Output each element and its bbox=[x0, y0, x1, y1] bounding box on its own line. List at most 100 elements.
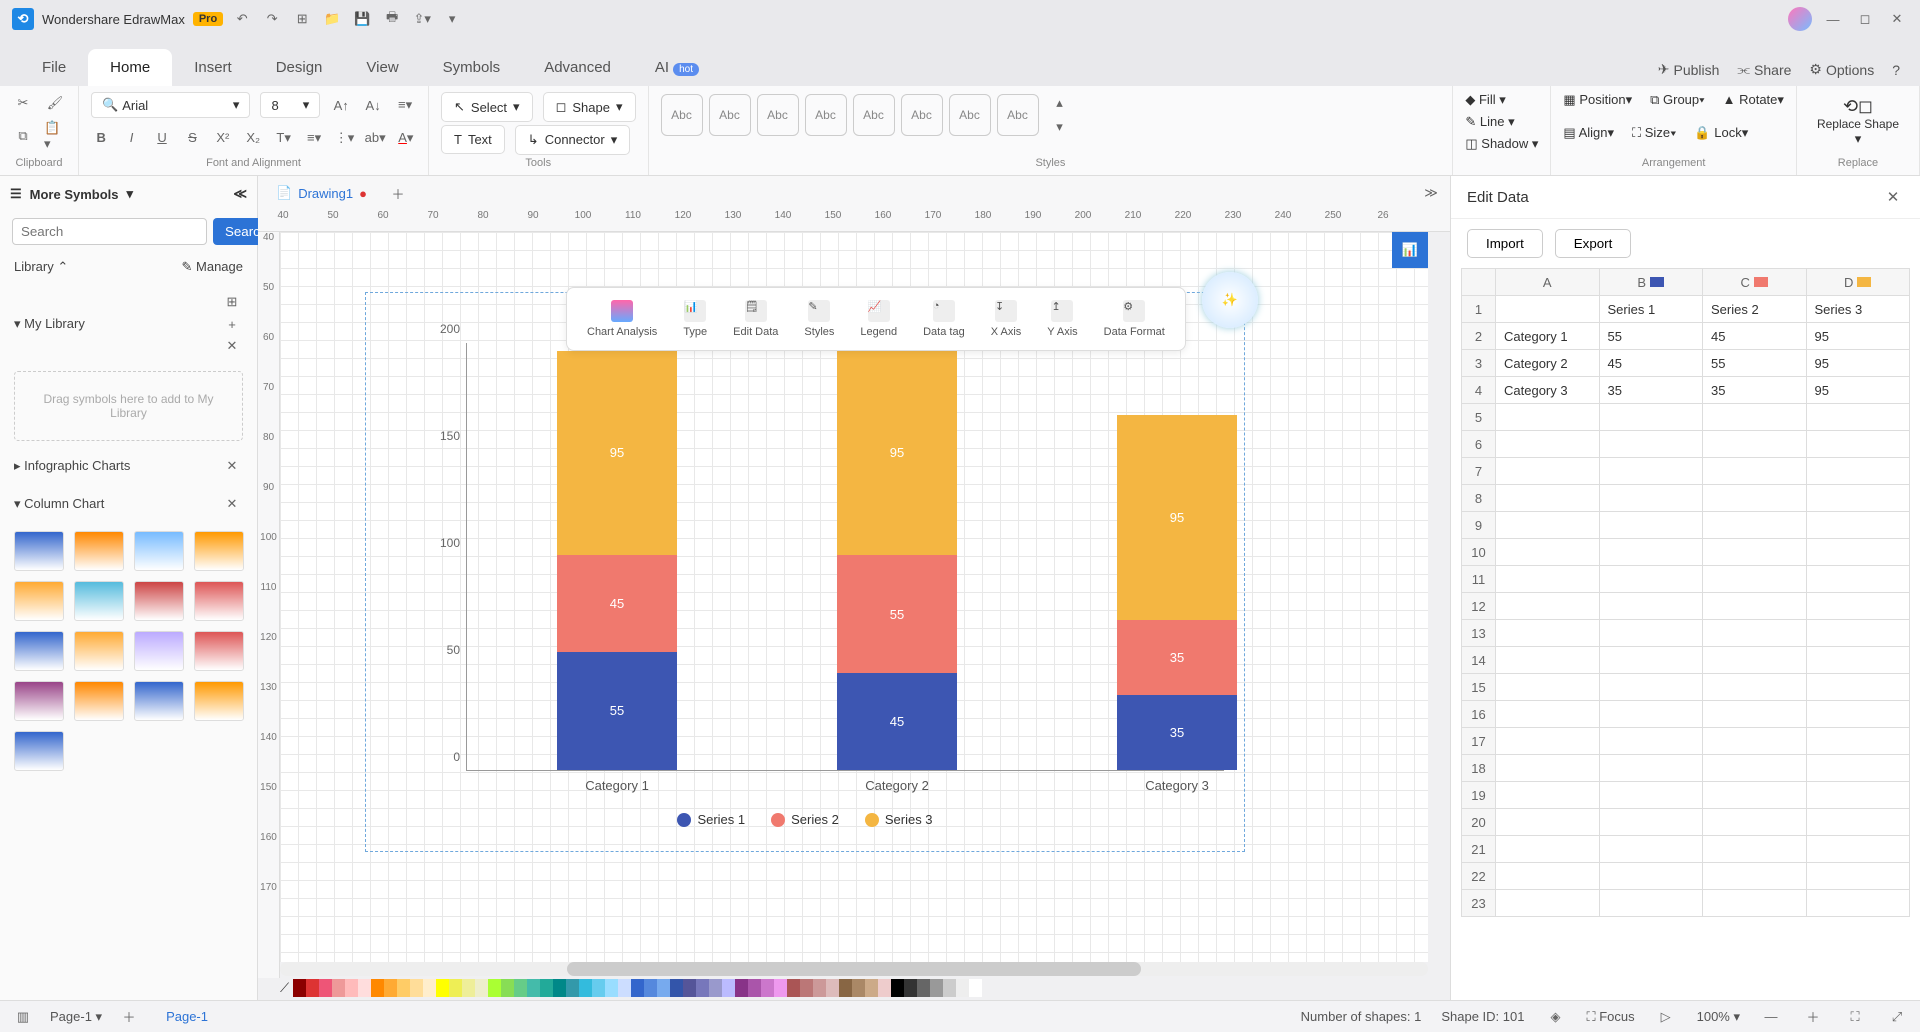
grid-cell[interactable] bbox=[1599, 539, 1703, 566]
add-lib-icon[interactable]: ⊞ bbox=[221, 291, 243, 313]
grid-cell[interactable] bbox=[1599, 593, 1703, 620]
grid-cell[interactable] bbox=[1806, 539, 1910, 566]
grid-cell[interactable] bbox=[1599, 404, 1703, 431]
color-swatch[interactable] bbox=[878, 979, 891, 997]
import-button[interactable]: Import bbox=[1467, 229, 1543, 258]
shadow-option[interactable]: ◫ Shadow ▾ bbox=[1465, 136, 1538, 152]
paste-icon[interactable]: 📋▾ bbox=[44, 125, 66, 147]
size-option[interactable]: ⛶ Size▾ bbox=[1632, 125, 1676, 141]
color-swatch[interactable] bbox=[930, 979, 943, 997]
grid-cell[interactable] bbox=[1599, 620, 1703, 647]
color-swatch[interactable] bbox=[683, 979, 696, 997]
grid-cell[interactable] bbox=[1806, 485, 1910, 512]
legend-item[interactable]: Series 3 bbox=[865, 812, 933, 827]
color-swatch[interactable] bbox=[839, 979, 852, 997]
menu-home[interactable]: Home bbox=[88, 49, 172, 86]
export-icon[interactable]: ⇪▾ bbox=[411, 8, 433, 30]
increase-font-icon[interactable]: A↑ bbox=[330, 94, 352, 116]
redo-icon[interactable]: ↷ bbox=[261, 8, 283, 30]
mylib-toggle[interactable]: ▾ My Library bbox=[14, 316, 85, 332]
font-color-icon[interactable]: A▾ bbox=[396, 127, 416, 149]
close-panel-icon[interactable]: ✕ bbox=[1882, 186, 1904, 208]
grid-cell[interactable]: 35 bbox=[1599, 377, 1703, 404]
chart-thumb[interactable] bbox=[194, 681, 244, 721]
color-swatch[interactable] bbox=[566, 979, 579, 997]
grid-cell[interactable] bbox=[1496, 809, 1600, 836]
chart-thumb[interactable] bbox=[14, 581, 64, 621]
focus-button[interactable]: ⛶ Focus bbox=[1586, 1009, 1634, 1025]
grid-cell[interactable] bbox=[1496, 701, 1600, 728]
color-swatch[interactable] bbox=[956, 979, 969, 997]
grid-cell[interactable] bbox=[1703, 863, 1807, 890]
color-swatch[interactable] bbox=[423, 979, 436, 997]
color-swatch[interactable] bbox=[852, 979, 865, 997]
play-icon[interactable]: ▷ bbox=[1655, 1006, 1677, 1028]
align-option[interactable]: ▤ Align▾ bbox=[1563, 125, 1614, 141]
style-preset[interactable]: Abc bbox=[757, 94, 799, 136]
text-tool[interactable]: T Text bbox=[441, 125, 505, 154]
grid-cell[interactable]: 55 bbox=[1599, 323, 1703, 350]
color-swatch[interactable] bbox=[748, 979, 761, 997]
library-label[interactable]: Library ⌃ bbox=[14, 259, 68, 275]
color-swatch[interactable] bbox=[358, 979, 371, 997]
grid-cell[interactable] bbox=[1703, 701, 1807, 728]
grid-cell[interactable] bbox=[1496, 728, 1600, 755]
drop-zone[interactable]: Drag symbols here to add to My Library bbox=[14, 371, 243, 441]
color-swatch[interactable] bbox=[735, 979, 748, 997]
grid-cell[interactable] bbox=[1806, 512, 1910, 539]
grid-cell[interactable] bbox=[1703, 431, 1807, 458]
case-icon[interactable]: T▾ bbox=[273, 127, 293, 149]
page-tab[interactable]: Page-1 bbox=[156, 1005, 218, 1028]
lock-option[interactable]: 🔒 Lock▾ bbox=[1694, 125, 1748, 141]
open-icon[interactable]: 📁 bbox=[321, 8, 343, 30]
style-preset[interactable]: Abc bbox=[997, 94, 1039, 136]
column-chart-toggle[interactable]: ▾ Column Chart bbox=[14, 496, 104, 512]
chart-thumb[interactable] bbox=[134, 681, 184, 721]
legend-item[interactable]: Series 2 bbox=[771, 812, 839, 827]
replace-shape-icon[interactable]: ⟲◻ bbox=[1817, 96, 1899, 117]
document-tab[interactable]: 📄 Drawing1 ● bbox=[266, 180, 377, 206]
color-swatch[interactable] bbox=[514, 979, 527, 997]
canvas[interactable]: 📊 Chart Analysis 📊Type 🗒Edit Data ✎Style… bbox=[280, 232, 1428, 962]
grid-cell[interactable] bbox=[1703, 728, 1807, 755]
grid-cell[interactable] bbox=[1806, 863, 1910, 890]
grid-cell[interactable] bbox=[1496, 647, 1600, 674]
grid-cell[interactable] bbox=[1703, 485, 1807, 512]
color-swatch[interactable] bbox=[319, 979, 332, 997]
grid-cell[interactable] bbox=[1806, 701, 1910, 728]
grid-cell[interactable] bbox=[1496, 539, 1600, 566]
color-swatch[interactable] bbox=[800, 979, 813, 997]
group-option[interactable]: ⧉ Group▾ bbox=[1650, 92, 1705, 108]
edit-data-button[interactable]: 🗒Edit Data bbox=[723, 296, 788, 342]
color-swatch[interactable] bbox=[605, 979, 618, 997]
grid-cell[interactable] bbox=[1703, 539, 1807, 566]
grid-cell[interactable] bbox=[1806, 593, 1910, 620]
shape-tool[interactable]: ◻ Shape ▾ bbox=[543, 92, 636, 122]
cut-icon[interactable]: ✂ bbox=[12, 92, 34, 114]
grid-cell[interactable] bbox=[1496, 431, 1600, 458]
line-option[interactable]: ✎ Line ▾ bbox=[1465, 114, 1514, 130]
chart-analysis-button[interactable]: Chart Analysis bbox=[577, 296, 667, 342]
minimize-icon[interactable]: — bbox=[1822, 8, 1844, 30]
bar-segment[interactable]: 95 bbox=[557, 351, 677, 555]
zoom-in-icon[interactable]: ＋ bbox=[1802, 1006, 1824, 1028]
text-align-icon[interactable]: ≡▾ bbox=[394, 94, 416, 116]
grid-cell[interactable] bbox=[1599, 431, 1703, 458]
select-tool[interactable]: ↖ Select ▾ bbox=[441, 92, 533, 122]
layers-icon[interactable]: ◈ bbox=[1544, 1006, 1566, 1028]
color-swatch[interactable] bbox=[774, 979, 787, 997]
grid-cell[interactable] bbox=[1703, 566, 1807, 593]
format-painter-icon[interactable]: 🖌 bbox=[44, 92, 66, 114]
grid-cell[interactable] bbox=[1599, 890, 1703, 917]
color-swatch[interactable] bbox=[761, 979, 774, 997]
add-page-icon[interactable]: ＋ bbox=[118, 1006, 140, 1028]
underline-icon[interactable]: U bbox=[152, 127, 172, 149]
grid-cell[interactable] bbox=[1496, 593, 1600, 620]
chart-thumb[interactable] bbox=[14, 531, 64, 571]
style-preset[interactable]: Abc bbox=[805, 94, 847, 136]
chart-thumb[interactable] bbox=[14, 681, 64, 721]
chart-thumb[interactable] bbox=[134, 631, 184, 671]
grid-cell[interactable] bbox=[1599, 836, 1703, 863]
grid-cell[interactable]: 95 bbox=[1806, 350, 1910, 377]
connector-tool[interactable]: ↳ Connector ▾ bbox=[515, 125, 630, 155]
